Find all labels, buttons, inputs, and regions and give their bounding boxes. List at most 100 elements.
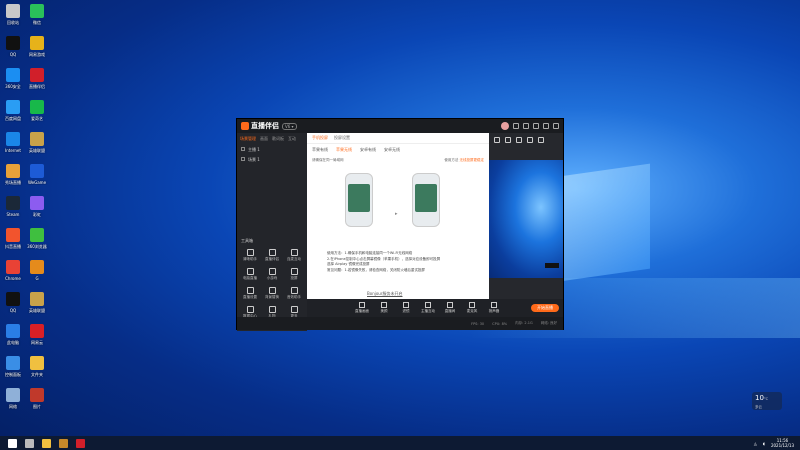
app-icon [30,68,44,82]
search-icon[interactable] [25,438,34,448]
desktop-icon[interactable]: 网易游戏 [25,36,49,64]
desktop-icon[interactable]: WeGame [25,164,49,192]
avatar[interactable] [501,122,509,130]
tool-label: 小游戏 [266,276,278,280]
desktop-icon-label: 英雄联盟 [29,308,45,313]
toolbar-button[interactable]: 美颜 [377,302,391,314]
tool-item[interactable]: 直播伴侣 [263,249,281,262]
toolbar-icon [425,302,431,308]
tool-item[interactable]: 电脑直播 [241,268,259,281]
hint-link[interactable]: 无线投屏更稳定 [460,158,485,162]
tool-item[interactable]: 音效助手 [285,287,303,300]
desktop-icon[interactable]: 百度网盘 [1,100,25,128]
desktop-icon[interactable]: 网易云 [25,324,49,352]
desktop-icon[interactable]: 微信 [25,4,49,32]
tool-item[interactable]: 投屏 [285,268,303,281]
lock-icon[interactable] [505,137,511,143]
tool-item[interactable]: 背景替换 [263,287,281,300]
desktop-icon[interactable]: 图片 [25,388,49,416]
toolbar-label: 滤镜 [402,309,410,313]
tool-icon [246,306,254,313]
tab-3[interactable]: 互动 [288,136,296,142]
preview-panel [489,133,563,299]
app1-icon[interactable] [59,438,68,448]
tool-item[interactable]: 直播设置 [241,287,259,300]
close-icon[interactable] [553,123,559,129]
desktop-icon[interactable]: QQ [1,292,25,320]
desktop-icon[interactable]: 英雄联盟 [25,292,49,320]
desktop-icon[interactable]: 回收站 [1,4,25,32]
bonjour-link[interactable]: Bonjour服务未开启 [367,291,402,297]
network-icon[interactable]: ◬ [754,441,757,446]
visibility-icon[interactable] [241,157,245,161]
scene-item[interactable]: 主播 1 [237,145,307,155]
center-tab[interactable]: 手机投屏 [312,135,328,141]
scene-item[interactable]: 场景 1 [237,155,307,165]
desktop-icon[interactable]: 抖音直播 [1,228,25,256]
desktop-icon[interactable]: 彩虹 [25,196,49,224]
taskbar-icons [0,438,85,448]
desktop-icon[interactable]: 爱奇艺 [25,100,49,128]
go-live-button[interactable]: 开始直播 [531,304,559,312]
mini-toolbar[interactable] [545,263,559,268]
title-bar[interactable]: 直播伴侣 V6 ▾ [237,119,563,133]
taskbar: ◬ ◖ 11:56 2021/12/13 [0,436,800,450]
tab-1[interactable]: 画面 [260,136,268,142]
center-tab[interactable]: 投屏设置 [334,135,350,141]
volume-icon[interactable]: ◖ [763,441,765,446]
desktop-icon[interactable]: Internet [1,132,25,160]
toolbar-button[interactable]: 麦克风 [465,302,479,314]
share-icon[interactable] [538,137,544,143]
minimize-icon[interactable] [543,123,549,129]
cast-mode[interactable]: 苹果有线 [312,147,328,153]
tool-icon [290,249,298,256]
camera-icon[interactable] [516,137,522,143]
toolbar-button[interactable]: 滤镜 [399,302,413,314]
cast-mode[interactable]: 苹果无线 [336,147,352,153]
toolbar-button[interactable]: 直播画面 [355,302,369,314]
desktop-icon[interactable]: Steam [1,196,25,224]
live-preview[interactable] [489,160,563,278]
desktop-icon-label: 文件夹 [31,372,43,377]
tool-item[interactable]: 清晰助手 [241,249,259,262]
desktop-icon[interactable]: 此电脑 [1,324,25,352]
weather-widget[interactable]: 10°C 多云 [752,392,782,410]
desktop-icon[interactable]: 秀场直播 [1,164,25,192]
layout-icon[interactable] [494,137,500,143]
toolbar-button[interactable]: 扬声器 [487,302,501,314]
desktop-icon[interactable]: QQ [1,36,25,64]
desktop-icon[interactable]: 控制面板 [1,356,25,384]
desktop-icon[interactable]: 直播伴侣 [25,68,49,96]
message-icon[interactable] [523,123,529,129]
tool-item[interactable]: 小游戏 [263,268,281,281]
desktop-icon-label: Steam [6,212,20,217]
fullscreen-icon[interactable] [527,137,533,143]
toolbar-button[interactable]: 主播互动 [421,302,435,314]
weather-temp: 10 [755,394,764,402]
menu-icon[interactable] [533,123,539,129]
toolbar-button[interactable]: 直播间 [443,302,457,314]
app-icon [6,68,20,82]
cast-mode[interactable]: 安卓无线 [384,147,400,153]
tool-icon [290,306,298,313]
desktop-icon[interactable]: 360浏览器 [25,228,49,256]
visibility-icon[interactable] [241,147,245,151]
cast-mode[interactable]: 安卓有线 [360,147,376,153]
desktop-icon[interactable]: G [25,260,49,288]
app-icon [6,36,20,50]
explorer-icon[interactable] [42,438,51,448]
desktop-icon[interactable]: 英雄联盟 [25,132,49,160]
app2-icon[interactable] [76,438,85,448]
desktop-icon[interactable]: Chrome [1,260,25,288]
desktop-icon[interactable]: 网络 [1,388,25,416]
desktop-icon[interactable]: 360安全 [1,68,25,96]
app-icon [30,324,44,338]
start-icon[interactable] [8,438,17,448]
clock[interactable]: 11:56 2021/12/13 [771,438,794,448]
tab-0[interactable]: 场景管理 [240,136,256,142]
settings-icon[interactable] [513,123,519,129]
version-badge[interactable]: V6 ▾ [282,122,297,130]
desktop-icon[interactable]: 文件夹 [25,356,49,384]
tab-2[interactable]: 歌词板 [272,136,284,142]
tool-item[interactable]: 连麦互动 [285,249,303,262]
